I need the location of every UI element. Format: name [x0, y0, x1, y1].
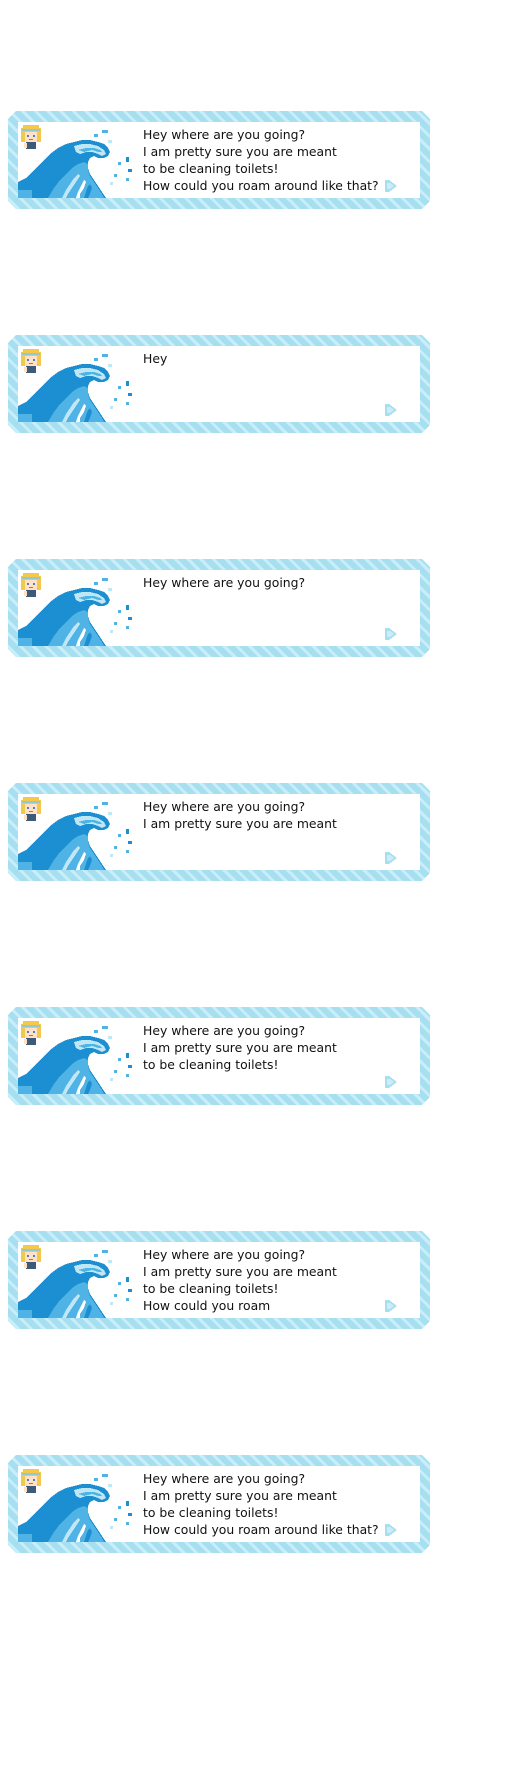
- dialog-text: Hey where are you going? I am pretty sur…: [143, 1470, 393, 1538]
- dialog-line: I am pretty sure you are meant: [143, 144, 337, 159]
- dialog-line: to be cleaning toilets!: [143, 1505, 279, 1520]
- dialog-text: Hey: [143, 350, 393, 418]
- dialog-line: Hey where are you going?: [143, 1023, 306, 1038]
- dialog-text: Hey where are you going? I am pretty sur…: [143, 1022, 393, 1090]
- dialog-line: Hey: [143, 351, 168, 366]
- avatar-icon: [20, 123, 42, 149]
- avatar-icon: [20, 1467, 42, 1493]
- dialog-line: Hey where are you going?: [143, 127, 306, 142]
- dialog-content: Hey where are you going? I am pretty sur…: [18, 1242, 420, 1318]
- dialog-line: to be cleaning toilets!: [143, 161, 279, 176]
- dialog-content: Hey where are you going? I am pretty sur…: [18, 1018, 420, 1094]
- continue-arrow-icon[interactable]: [384, 851, 398, 865]
- continue-arrow-icon[interactable]: [384, 403, 398, 417]
- dialog-line: How could you roam around like that?: [143, 178, 379, 193]
- dialog-line: Hey where are you going?: [143, 1471, 306, 1486]
- dialog-box-2[interactable]: Hey: [8, 335, 430, 433]
- dialog-content: Hey: [18, 346, 420, 422]
- continue-arrow-icon[interactable]: [384, 627, 398, 641]
- dialog-line: [143, 849, 393, 866]
- dialog-line: [143, 625, 393, 642]
- dialog-line: [143, 384, 393, 401]
- avatar-icon: [20, 795, 42, 821]
- dialog-line: How could you roam: [143, 1298, 271, 1313]
- dialog-line: Hey where are you going?: [143, 799, 306, 814]
- dialog-box-6[interactable]: Hey where are you going? I am pretty sur…: [8, 1231, 430, 1329]
- dialog-line: I am pretty sure you are meant: [143, 1040, 337, 1055]
- dialog-text: Hey where are you going? I am pretty sur…: [143, 126, 393, 194]
- continue-arrow-icon[interactable]: [384, 1075, 398, 1089]
- dialog-line: Hey where are you going?: [143, 575, 306, 590]
- dialog-content: Hey where are you going?: [18, 570, 420, 646]
- dialog-line: How could you roam around like that?: [143, 1522, 379, 1537]
- continue-arrow-icon[interactable]: [384, 1299, 398, 1313]
- dialog-line: to be cleaning toilets!: [143, 1057, 279, 1072]
- dialog-line: Hey where are you going?: [143, 1247, 306, 1262]
- dialog-line: I am pretty sure you are meant: [143, 1488, 337, 1503]
- dialog-box-7[interactable]: Hey where are you going? I am pretty sur…: [8, 1455, 430, 1553]
- avatar-icon: [20, 1019, 42, 1045]
- dialog-text: Hey where are you going? I am pretty sur…: [143, 798, 393, 866]
- continue-arrow-icon[interactable]: [384, 1523, 398, 1537]
- dialog-line: [143, 608, 393, 625]
- dialog-box-5[interactable]: Hey where are you going? I am pretty sur…: [8, 1007, 430, 1105]
- dialog-box-1[interactable]: Hey where are you going? I am pretty sur…: [8, 111, 430, 209]
- continue-arrow-icon[interactable]: [384, 179, 398, 193]
- dialog-content: Hey where are you going? I am pretty sur…: [18, 794, 420, 870]
- avatar-icon: [20, 1243, 42, 1269]
- dialog-line: I am pretty sure you are meant: [143, 1264, 337, 1279]
- dialog-content: Hey where are you going? I am pretty sur…: [18, 122, 420, 198]
- dialog-text: Hey where are you going?: [143, 574, 393, 642]
- dialog-line: to be cleaning toilets!: [143, 1281, 279, 1296]
- dialog-content: Hey where are you going? I am pretty sur…: [18, 1466, 420, 1542]
- dialog-box-4[interactable]: Hey where are you going? I am pretty sur…: [8, 783, 430, 881]
- dialog-text: Hey where are you going? I am pretty sur…: [143, 1246, 393, 1314]
- dialog-line: I am pretty sure you are meant: [143, 816, 337, 831]
- dialog-box-3[interactable]: Hey where are you going?: [8, 559, 430, 657]
- dialog-line: [143, 591, 393, 608]
- avatar-icon: [20, 347, 42, 373]
- avatar-icon: [20, 571, 42, 597]
- dialog-line: [143, 367, 393, 384]
- dialog-line: [143, 401, 393, 418]
- dialog-line: [143, 1073, 393, 1090]
- dialog-line: [143, 832, 393, 849]
